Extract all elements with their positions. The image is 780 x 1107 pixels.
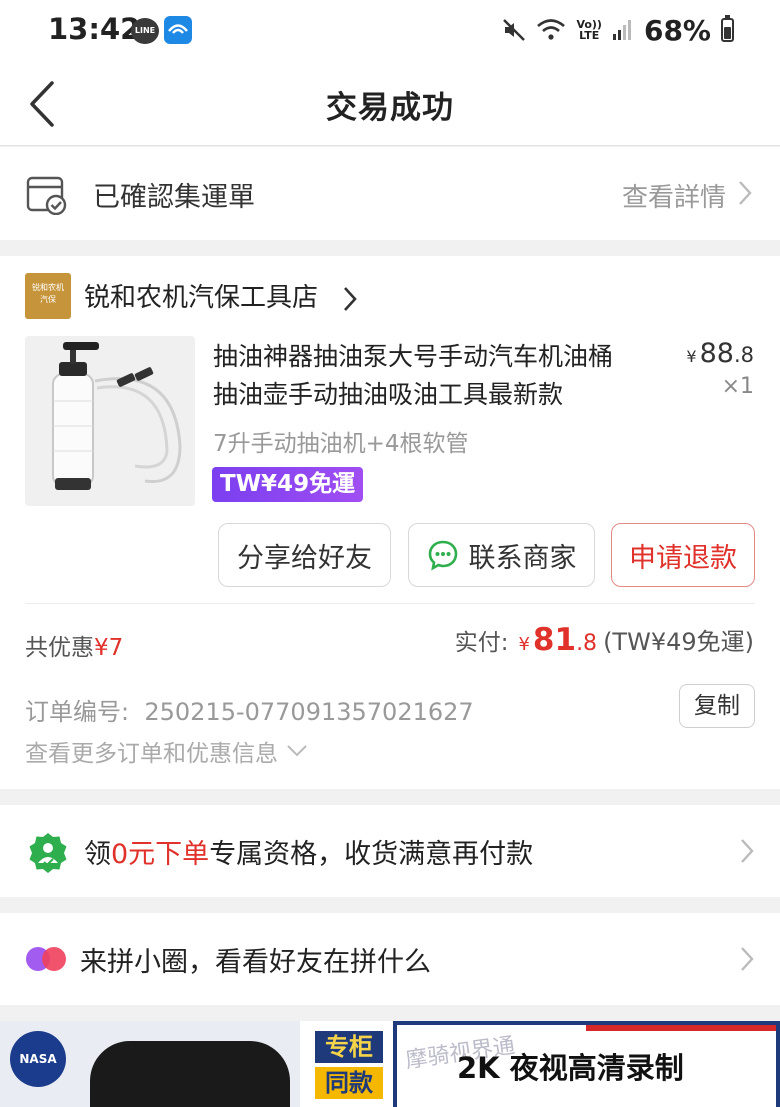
zero-yuan-order-text: 领0元下单专属资格，收货满意再付款 (84, 839, 534, 870)
consolidation-row[interactable]: 已確認集運單 查看詳情 (0, 147, 780, 240)
wifi-icon (537, 19, 566, 40)
group-circle-row[interactable]: 来拼小圈，看看好友在拼什么 (0, 913, 780, 1005)
order-card: 锐和农机 汽保 锐和农机汽保工具店 抽油神器抽油泵大号手动汽车机油桶 抽油壶手动… (0, 256, 780, 789)
dashcam-ad[interactable]: 摩骑视界通 2K 夜视高清录制 (393, 1021, 780, 1107)
group-circle-text: 来拼小圈，看看好友在拼什么 (80, 947, 431, 978)
product-spec: 7升手动抽油机+4根软管 (213, 431, 469, 457)
mute-icon (503, 19, 526, 41)
chevron-down-icon (287, 745, 307, 757)
divider (25, 603, 755, 604)
page-title: 交易成功 (326, 90, 454, 126)
jacket-image (90, 1041, 290, 1107)
status-time: 13:42 (48, 12, 141, 46)
consolidation-title: 已確認集運單 (93, 182, 255, 213)
line-app-icon: LINE (131, 18, 159, 44)
shop-name[interactable]: 锐和农机汽保工具店 (84, 277, 318, 314)
jacket-ad[interactable]: NASA (0, 1021, 300, 1107)
counter-same-style-tag: 专柜 同款 (315, 1031, 383, 1099)
nasa-logo: NASA (10, 1031, 66, 1087)
chevron-right-icon (741, 839, 754, 863)
signal-icon (612, 20, 631, 40)
order-number: 订单编号: 250215-077091357021627 (25, 698, 474, 726)
free-shipping-badge: TW¥49免運 (212, 467, 364, 502)
view-details-link[interactable]: 查看詳情 (622, 177, 726, 214)
battery-percent: 68% (643, 13, 711, 47)
battery-icon (721, 15, 734, 42)
more-order-info-toggle[interactable]: 查看更多订单和优惠信息 (25, 734, 308, 768)
recommendation-ads: NASA 专柜 同款 摩骑视界通 2K 夜视高清录制 (0, 1021, 780, 1107)
discount-total: 共优惠¥7 (25, 635, 124, 661)
product-title[interactable]: 抽油神器抽油泵大号手动汽车机油桶 抽油壶手动抽油吸油工具最新款 (213, 338, 663, 414)
chat-icon (428, 540, 457, 571)
ad-red-stripe (586, 1025, 776, 1031)
status-right: Vo)) LTE 68% (502, 12, 734, 48)
chevron-right-icon (344, 287, 357, 311)
dashcam-ad-headline: 2K 夜视高清录制 (457, 1051, 684, 1085)
nav-bar: 交易成功 (0, 62, 780, 146)
product-price: ¥88.8 (686, 338, 754, 369)
notification-app-icon (164, 16, 192, 44)
volte-indicator: Vo)) LTE (576, 18, 602, 42)
shop-logo[interactable]: 锐和农机 汽保 (25, 273, 71, 319)
amount-paid: 实付: ¥81.8 (TW¥49免運) (454, 622, 754, 658)
zero-yuan-order-row[interactable]: 领0元下单专属资格，收货满意再付款 (0, 805, 780, 897)
product-quantity: ×1 (721, 374, 754, 399)
contact-seller-button[interactable]: 联系商家 (408, 523, 595, 587)
shipping-form-icon (26, 176, 67, 215)
share-button[interactable]: 分享给好友 (218, 523, 391, 587)
chevron-right-icon (741, 947, 754, 971)
product-image[interactable] (25, 336, 195, 506)
refund-button[interactable]: 申请退款 (611, 523, 755, 587)
group-circle-icon (26, 947, 66, 971)
chevron-right-icon (739, 181, 752, 205)
status-bar: 13:42 LINE Vo)) LTE 68% (0, 0, 780, 62)
copy-button[interactable]: 复制 (679, 684, 755, 728)
verified-user-badge-icon (29, 833, 67, 873)
oil-pump-image (25, 336, 195, 506)
